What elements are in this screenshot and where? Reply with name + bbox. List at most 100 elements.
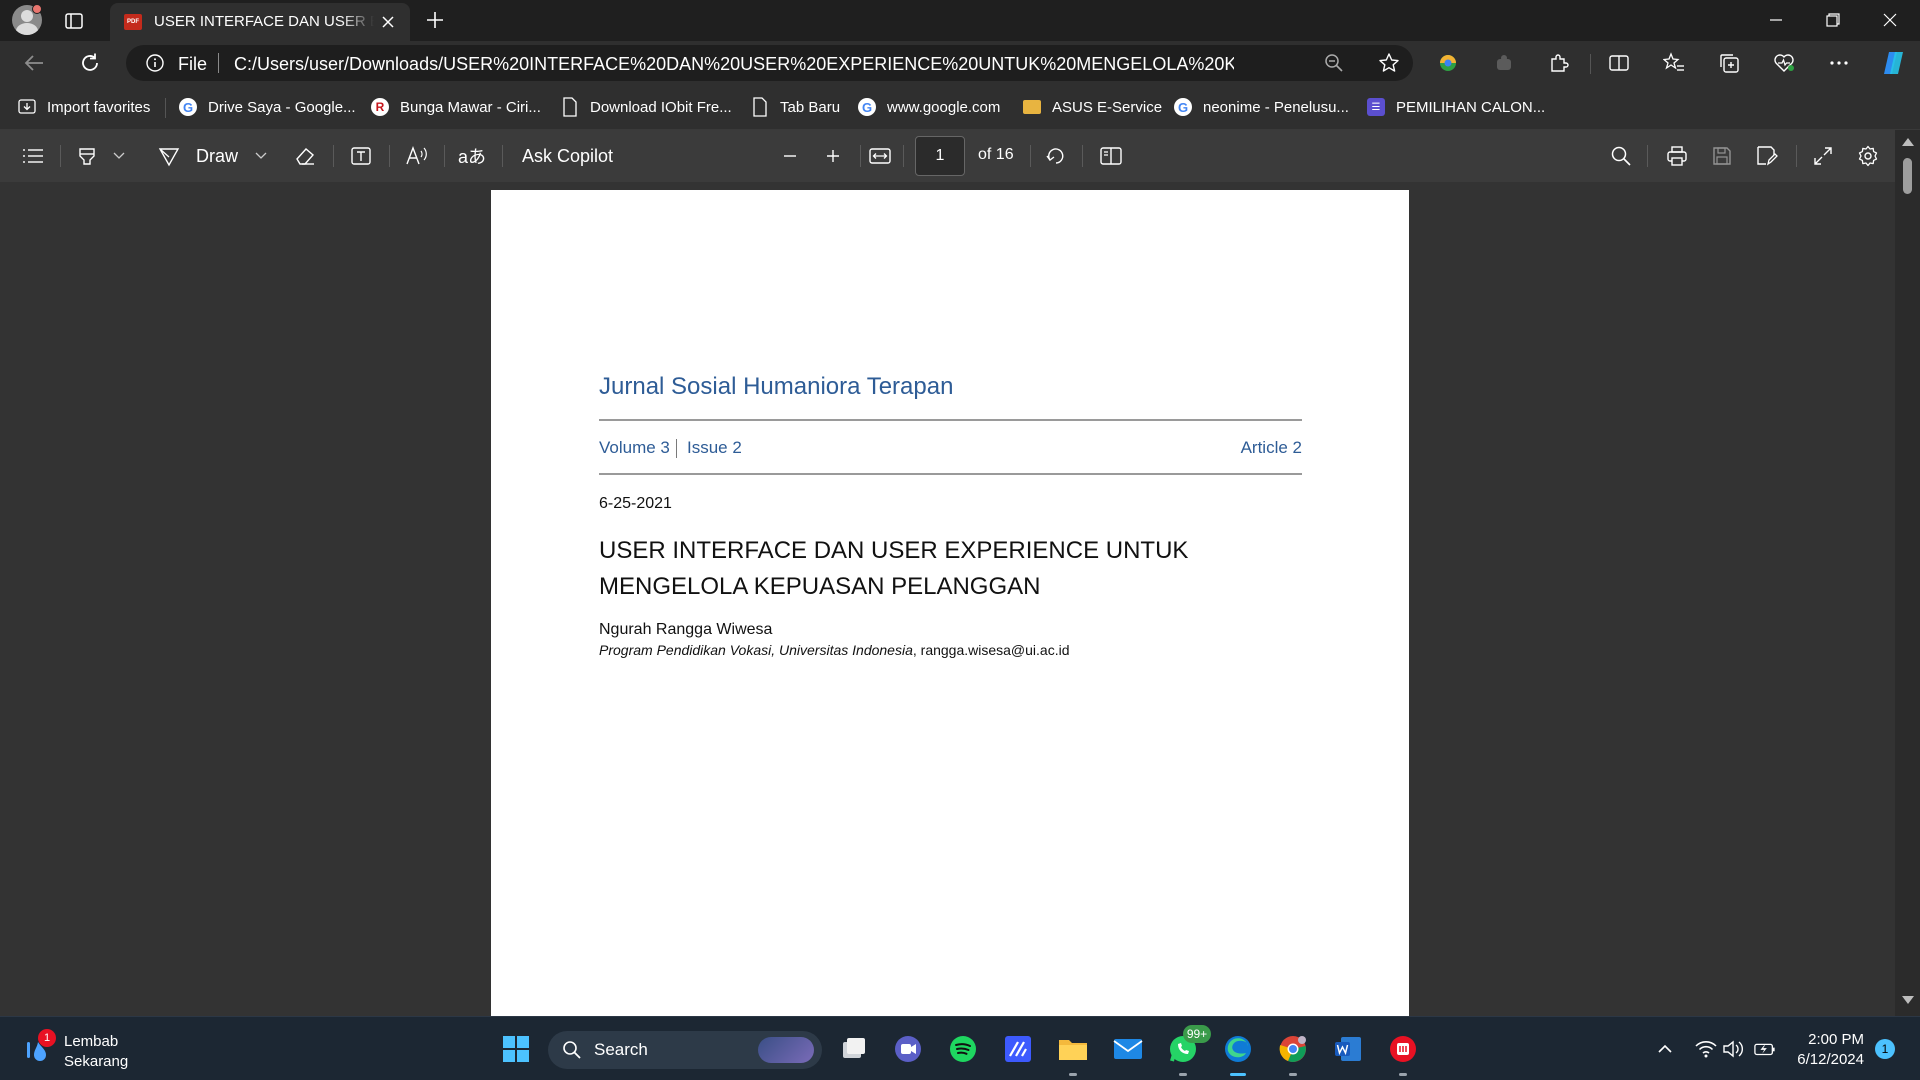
mail-icon[interactable] xyxy=(1110,1031,1146,1067)
weather-widget[interactable]: 1 Lembab Sekarang xyxy=(22,1029,162,1073)
clock-time[interactable]: 2:00 PM xyxy=(1754,1031,1864,1048)
zoom-out-icon[interactable] xyxy=(1324,53,1344,73)
journal-name[interactable]: Jurnal Sosial Humaniora Terapan xyxy=(599,373,953,401)
close-tab-icon[interactable] xyxy=(378,12,398,32)
fav-label: ASUS E-Service xyxy=(1052,98,1163,116)
split-screen-icon[interactable] xyxy=(1607,51,1631,75)
collections-icon[interactable] xyxy=(1717,51,1741,75)
notification-badge[interactable]: 1 xyxy=(1875,1039,1895,1059)
page-number-input[interactable]: 1 xyxy=(915,136,965,176)
fav-tab-baru[interactable]: Tab Baru xyxy=(750,96,840,118)
browser-essentials-icon[interactable] xyxy=(1772,51,1796,75)
read-aloud-icon[interactable] xyxy=(404,143,430,169)
weather-condition: Lembab xyxy=(64,1033,119,1050)
fit-to-width-icon[interactable] xyxy=(866,143,894,169)
vertical-scrollbar[interactable] xyxy=(1895,130,1920,1016)
contents-list-icon[interactable] xyxy=(20,143,46,169)
save-icon[interactable] xyxy=(1708,143,1736,169)
highlight-icon[interactable] xyxy=(74,143,100,169)
chrome-icon[interactable] xyxy=(1275,1031,1311,1076)
edge-icon[interactable] xyxy=(1220,1031,1256,1076)
fav-download-iobit[interactable]: Download IObit Fre... xyxy=(560,96,732,118)
zoom-in-icon[interactable] xyxy=(821,143,845,169)
search-placeholder: Search xyxy=(594,1040,648,1059)
search-icon[interactable] xyxy=(1608,143,1634,169)
affiliation-text: Program Pendidikan Vokasi, Universitas I… xyxy=(599,642,913,658)
new-tab-icon[interactable] xyxy=(423,8,447,32)
copilot-icon[interactable] xyxy=(1880,49,1908,77)
folder-icon xyxy=(1022,97,1042,117)
clock-date[interactable]: 6/12/2024 xyxy=(1754,1051,1864,1068)
tab-actions-icon[interactable] xyxy=(62,9,86,33)
fav-drive-saya[interactable]: G Drive Saya - Google... xyxy=(178,96,356,118)
restore-icon[interactable] xyxy=(1813,6,1853,34)
draw-icon[interactable] xyxy=(156,143,182,169)
scroll-up-arrow-icon[interactable] xyxy=(1902,138,1914,146)
url-text[interactable]: C:/Users/user/Downloads/USER%20INTERFACE… xyxy=(234,54,1234,75)
pdf-toolbar: Draw aあ Ask Copilot 1 of 16 xyxy=(0,130,1920,182)
issue-link[interactable]: Issue 2 xyxy=(687,438,742,458)
word-icon[interactable] xyxy=(1330,1031,1366,1067)
toolbar-divider xyxy=(1647,145,1648,167)
more-options-icon[interactable] xyxy=(1827,51,1851,75)
address-bar[interactable]: File C:/Users/user/Downloads/USER%20INTE… xyxy=(126,45,1413,81)
zoom-out-icon[interactable] xyxy=(778,143,802,169)
favorite-star-icon[interactable] xyxy=(1378,52,1400,74)
header-rule xyxy=(599,473,1302,475)
extensions-puzzle-icon[interactable] xyxy=(1547,51,1571,75)
article-number[interactable]: Article 2 xyxy=(1241,438,1302,458)
back-icon[interactable] xyxy=(20,49,48,77)
close-window-icon[interactable] xyxy=(1870,6,1910,34)
task-view-icon[interactable] xyxy=(836,1031,872,1067)
chevron-down-icon[interactable] xyxy=(252,143,270,169)
start-windows-icon[interactable] xyxy=(498,1031,534,1067)
scroll-thumb[interactable] xyxy=(1903,158,1912,194)
volume-icon[interactable] xyxy=(1722,1039,1744,1059)
whatsapp-icon[interactable]: 99+ xyxy=(1165,1025,1211,1076)
draw-button[interactable]: Draw xyxy=(196,143,238,169)
teams-meet-icon[interactable] xyxy=(890,1031,926,1067)
pdf-viewer[interactable]: Jurnal Sosial Humaniora Terapan Volume 3… xyxy=(0,182,1920,1016)
red-app-icon[interactable] xyxy=(1385,1031,1421,1076)
tab-active[interactable]: PDF USER INTERFACE DAN USER EXPERIENCE U… xyxy=(110,3,410,41)
fav-asus-eservice[interactable]: ASUS E-Service xyxy=(1022,96,1162,118)
scroll-down-arrow-icon[interactable] xyxy=(1902,996,1914,1004)
fav-label: Download IObit Fre... xyxy=(590,98,732,116)
chevron-down-icon[interactable] xyxy=(110,143,128,169)
fav-label: Drive Saya - Google... xyxy=(208,98,356,116)
google-icon: G xyxy=(857,97,877,117)
extension-colorful-icon[interactable] xyxy=(1436,51,1460,75)
print-icon[interactable] xyxy=(1663,143,1691,169)
fav-pemilihan-calon[interactable]: ☰ PEMILIHAN CALON... xyxy=(1366,96,1545,118)
minimize-icon[interactable] xyxy=(1756,6,1796,34)
taskbar-search[interactable]: Search xyxy=(548,1031,822,1069)
file-explorer-icon[interactable] xyxy=(1055,1031,1091,1076)
fav-import-favorites[interactable]: Import favorites xyxy=(17,96,150,118)
spotify-icon[interactable] xyxy=(945,1031,981,1067)
wifi-icon[interactable] xyxy=(1695,1039,1717,1059)
ai-app-icon[interactable] xyxy=(1000,1031,1036,1067)
paper-title: USER INTERFACE DAN USER EXPERIENCE UNTUK… xyxy=(599,537,1189,600)
text-box-icon[interactable] xyxy=(348,143,374,169)
favorites-list-icon[interactable] xyxy=(1662,51,1686,75)
translate-icon[interactable]: aあ xyxy=(458,143,486,169)
toolbar-divider xyxy=(1082,145,1083,167)
volume-link[interactable]: Volume 3 xyxy=(599,438,670,458)
author-email: , rangga.wisesa@ui.ac.id xyxy=(912,642,1070,658)
fav-google-com[interactable]: G www.google.com xyxy=(857,96,1000,118)
running-indicator xyxy=(1289,1073,1297,1076)
rotate-icon[interactable] xyxy=(1042,143,1070,169)
save-as-icon[interactable] xyxy=(1753,143,1781,169)
page-view-icon[interactable] xyxy=(1098,143,1124,169)
fullscreen-icon[interactable] xyxy=(1810,143,1836,169)
extension-grey-icon[interactable] xyxy=(1492,51,1516,75)
eraser-icon[interactable] xyxy=(292,143,318,169)
info-icon[interactable] xyxy=(146,54,164,72)
refresh-icon[interactable] xyxy=(76,49,104,77)
settings-gear-icon[interactable] xyxy=(1855,143,1881,169)
show-hidden-icons-icon[interactable] xyxy=(1654,1039,1676,1059)
fav-bunga-mawar[interactable]: R Bunga Mawar - Ciri... xyxy=(370,96,541,118)
fav-label: Tab Baru xyxy=(780,98,841,116)
ask-copilot-button[interactable]: Ask Copilot xyxy=(522,143,613,169)
fav-neonime[interactable]: G neonime - Penelusu... xyxy=(1173,96,1349,118)
